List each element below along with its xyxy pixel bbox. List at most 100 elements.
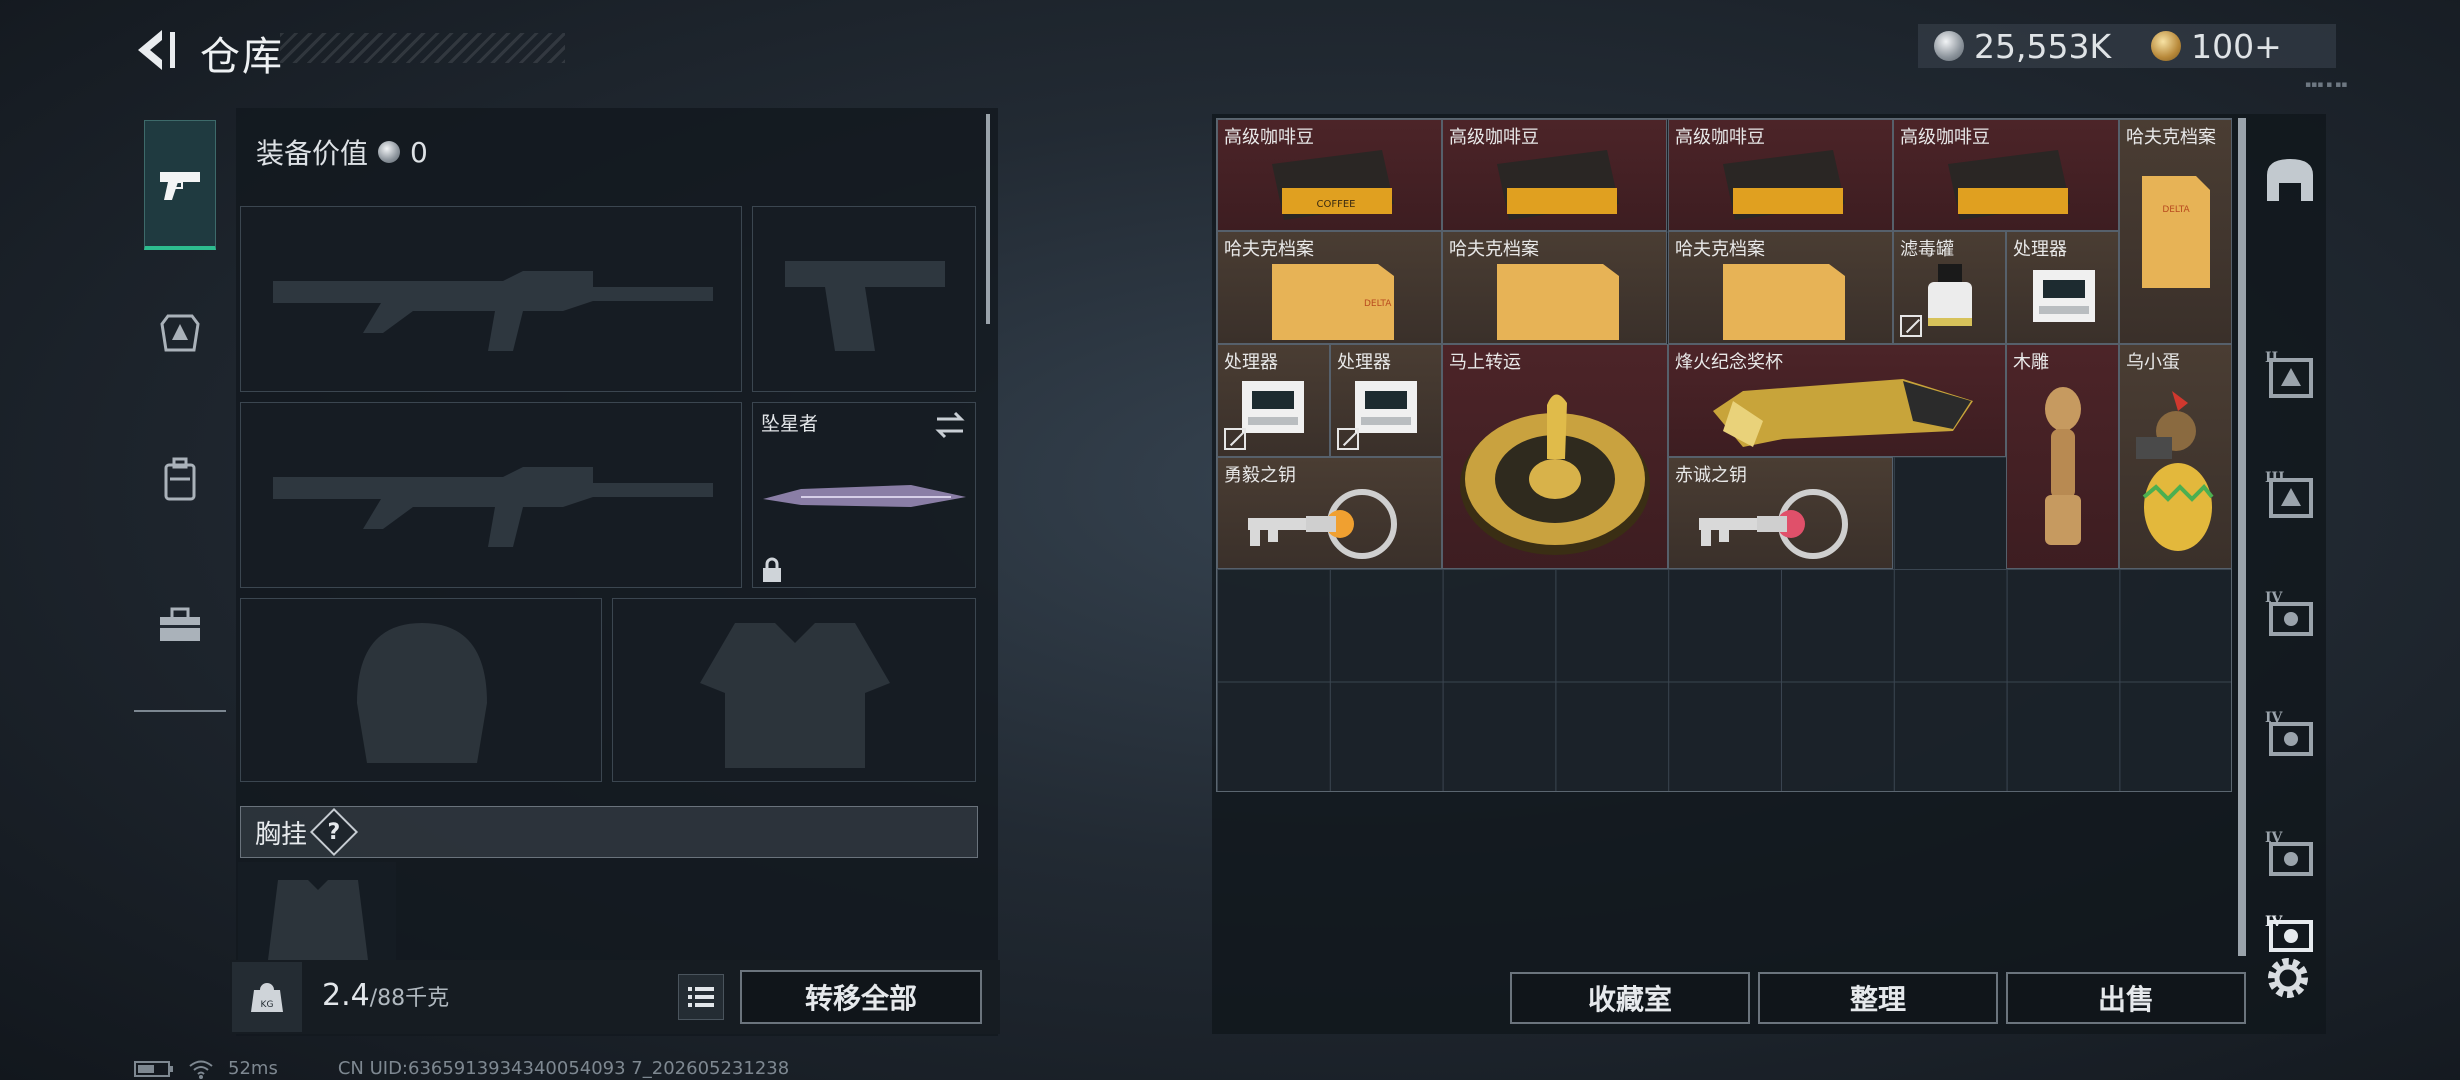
- equipment-scrollbar[interactable]: [986, 114, 990, 324]
- stash-item[interactable]: 处理器: [2006, 231, 2119, 344]
- stash-tab-icon: IV: [2265, 710, 2313, 756]
- weight-icon: KG: [232, 962, 302, 1032]
- svg-text:DELTA: DELTA: [2162, 205, 2190, 215]
- organize-button[interactable]: 整理: [1758, 972, 1998, 1024]
- stash-tab-2[interactable]: II: [2254, 320, 2326, 430]
- stash-tab-6[interactable]: IV: [2254, 800, 2326, 910]
- secondary-weapon-slot[interactable]: [240, 402, 742, 588]
- wood-carving-icon: [2045, 387, 2081, 545]
- folder-icon: [1723, 264, 1845, 340]
- collection-room-button[interactable]: 收藏室: [1510, 972, 1750, 1024]
- coffee-beans-icon: COFFEE: [1272, 150, 1394, 220]
- stash-item[interactable]: 木雕: [2006, 344, 2119, 569]
- stash-grid[interactable]: 高级咖啡豆 COFFEE 高级咖啡豆 高级咖啡豆 高级咖啡豆 哈夫克档案 DEL…: [1216, 118, 2232, 792]
- stash-tab-5[interactable]: IV: [2254, 680, 2326, 790]
- back-arrow-icon[interactable]: [132, 28, 180, 72]
- melee-slot[interactable]: 坠星者: [752, 402, 976, 588]
- weight-capacity: /88千克: [369, 986, 450, 1011]
- transfer-all-button[interactable]: 转移全部: [740, 970, 982, 1024]
- svg-text:DELTA: DELTA: [1364, 299, 1392, 309]
- page-title: 仓库: [200, 34, 284, 80]
- stash-tab-7[interactable]: IV: [2254, 914, 2326, 954]
- stash-scrollbar[interactable]: [2238, 118, 2246, 956]
- helmet-slot[interactable]: [240, 598, 602, 782]
- pistol-silhouette-icon: [785, 261, 945, 351]
- equipment-value-label: 装备价值: [256, 137, 369, 170]
- weight-value: 2.4/88千克: [322, 978, 449, 1013]
- equipment-value-amount: 0: [410, 135, 428, 169]
- stash-item[interactable]: 高级咖啡豆: [1668, 119, 1893, 231]
- stash-item[interactable]: 哈夫克档案 DELTA: [2119, 119, 2232, 344]
- swap-icon[interactable]: [933, 411, 967, 439]
- nav-weapon[interactable]: [144, 120, 216, 250]
- gold-currency-amount: 100+: [2191, 26, 2282, 66]
- stash-tab-icon: IV: [2265, 590, 2313, 636]
- title-decoration: [280, 33, 565, 63]
- help-icon[interactable]: ?: [309, 807, 359, 857]
- stash-tab-main[interactable]: [2254, 124, 2326, 234]
- svg-text:IV: IV: [2265, 830, 2284, 846]
- wifi-icon: [189, 1060, 213, 1079]
- primary-weapon-slot[interactable]: [240, 206, 742, 392]
- processor-icon: [1355, 381, 1417, 433]
- stash-item[interactable]: 勇毅之钥: [1217, 457, 1442, 569]
- coffee-beans-icon: [1723, 150, 1845, 220]
- nav-armor[interactable]: [144, 268, 216, 398]
- sell-button[interactable]: 出售: [2006, 972, 2246, 1024]
- stash-item[interactable]: 哈夫克档案 DELTA: [1217, 231, 1442, 344]
- left-nav: [134, 108, 226, 712]
- key-icon: [1699, 489, 1849, 559]
- sidearm-slot[interactable]: [752, 206, 976, 392]
- chest-rig-label: 胸挂: [255, 819, 308, 850]
- stash-item[interactable]: 乌小蛋: [2119, 344, 2232, 569]
- knife-icon: [763, 485, 966, 507]
- stash-item[interactable]: 赤诚之钥: [1668, 457, 1893, 569]
- chest-rig-header[interactable]: 胸挂 ?: [240, 806, 978, 858]
- svg-text:KG: KG: [261, 1000, 274, 1010]
- list-view-button[interactable]: [678, 974, 724, 1020]
- coffee-beans-icon: [1948, 150, 2070, 220]
- melee-name: 坠星者: [761, 413, 819, 435]
- stash-tabs: II III IV IV IV IV: [2254, 114, 2326, 954]
- folder-icon: DELTA: [2142, 176, 2210, 288]
- chest-rig-slot[interactable]: [238, 862, 396, 964]
- stash-item[interactable]: 马上转运: [1442, 344, 1668, 569]
- currency-bar: 25,553K 100+: [1918, 24, 2336, 68]
- stash-item[interactable]: 哈夫克档案: [1442, 231, 1667, 344]
- backpack-icon: [164, 457, 196, 501]
- nav-backpack[interactable]: [144, 414, 216, 544]
- status-bar: 52ms CN UID:6365913934340054093 7_202605…: [134, 1058, 789, 1079]
- svg-text:COFFEE: COFFEE: [1317, 199, 1356, 210]
- chest-rig-silhouette-icon: [268, 880, 368, 960]
- stash-tab-4[interactable]: IV: [2254, 560, 2326, 670]
- stash-item[interactable]: 高级咖啡豆 COFFEE: [1217, 119, 1442, 231]
- main-stash-icon: [2267, 159, 2313, 201]
- stash-item[interactable]: 处理器: [1217, 344, 1330, 457]
- battery-icon: [134, 1060, 173, 1077]
- svg-text:IV: IV: [2265, 914, 2284, 930]
- stash-tab-icon: IV: [2265, 830, 2313, 876]
- trophy-icon: [1713, 379, 1973, 447]
- lock-icon: [763, 557, 781, 582]
- stash-item[interactable]: 处理器: [1330, 344, 1442, 457]
- stash-item[interactable]: 高级咖啡豆: [1442, 119, 1667, 231]
- processor-icon: [2033, 270, 2095, 322]
- stash-item[interactable]: 高级咖啡豆: [1893, 119, 2119, 231]
- stash-tab-3[interactable]: III: [2254, 440, 2326, 550]
- transfer-mark-icon: [1900, 315, 1922, 337]
- gear-icon[interactable]: [2262, 952, 2314, 1004]
- weight-current: 2.4: [322, 978, 370, 1013]
- armor-icon: [160, 314, 200, 352]
- pistol-icon: [160, 171, 200, 200]
- nav-toolbox[interactable]: [144, 560, 216, 690]
- stash-item[interactable]: 哈夫克档案: [1668, 231, 1893, 344]
- uid-text: CN UID:6365913934340054093 7_20260523123…: [337, 1058, 790, 1079]
- svg-text:IV: IV: [2265, 590, 2284, 606]
- stash-tab-icon: III: [2265, 470, 2313, 518]
- stash-item[interactable]: 烽火纪念奖杯: [1668, 344, 2006, 457]
- key-icon: [1248, 489, 1398, 559]
- body-armor-slot[interactable]: [612, 598, 976, 782]
- stash-item[interactable]: 滤毒罐: [1893, 231, 2006, 344]
- gold-coin-icon: [2151, 31, 2182, 61]
- svg-text:III: III: [2265, 470, 2285, 486]
